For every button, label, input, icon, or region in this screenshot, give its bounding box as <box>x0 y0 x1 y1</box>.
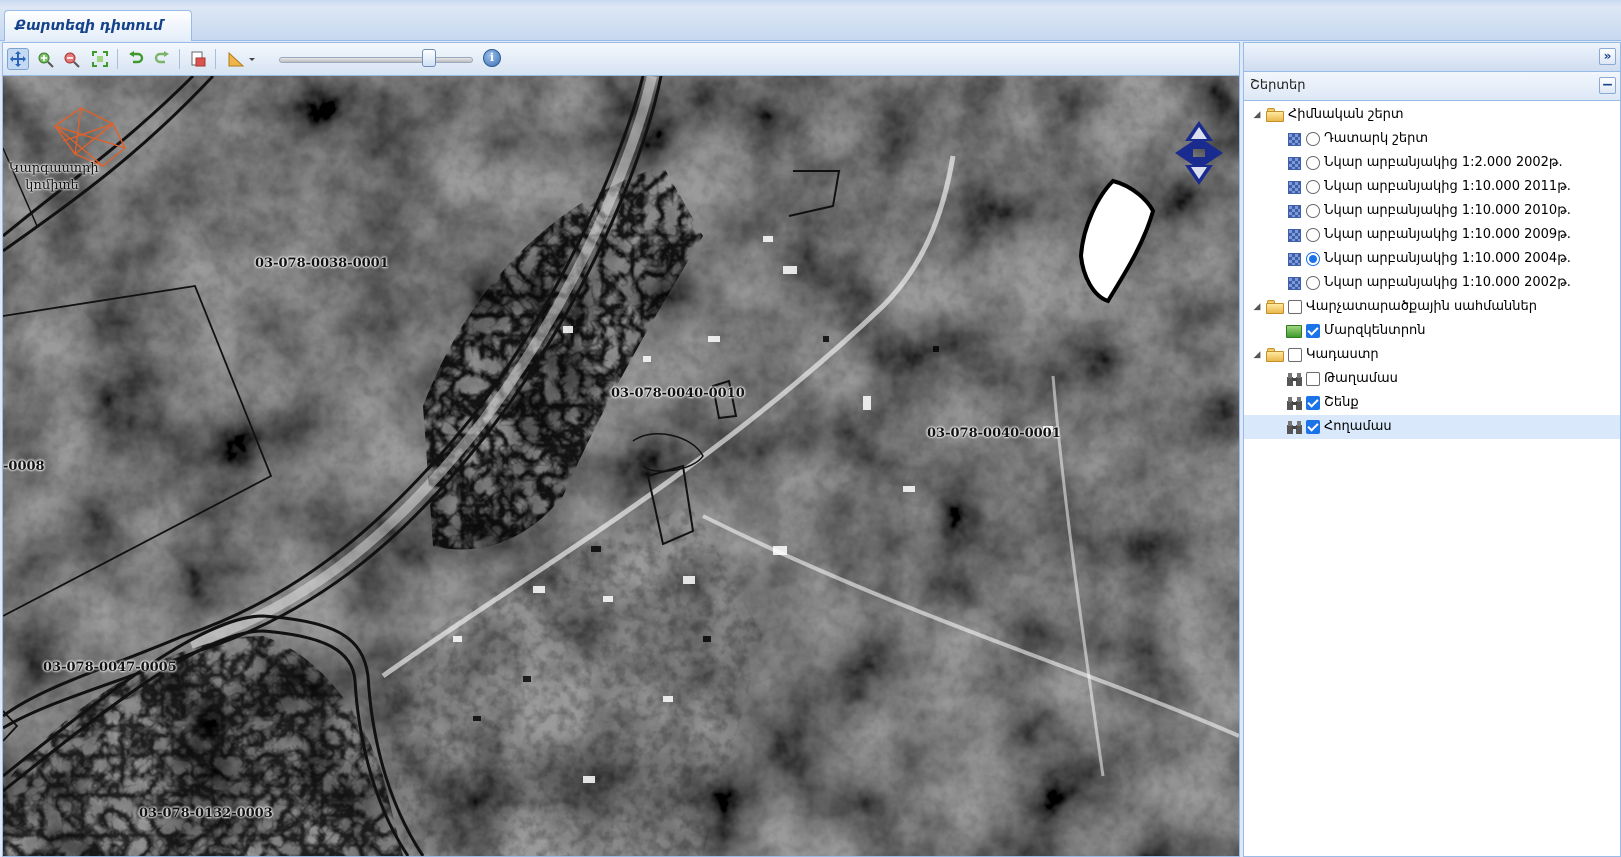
tree-item-district[interactable]: Թաղամաս <box>1244 367 1620 391</box>
toolbar-separator <box>117 49 118 69</box>
group-checkbox[interactable] <box>1288 348 1302 362</box>
layer-label: Թաղամաս <box>1324 371 1398 386</box>
map-label-parcel: 03-078-0040-0001 <box>927 426 1061 441</box>
raster-layer-icon <box>1288 205 1301 218</box>
group-label: Վարչատարածքային սահմաններ <box>1306 299 1538 314</box>
vector-layer-icon <box>1286 325 1302 338</box>
layer-label: Նկար արբանյակից 1:10.000 2002թ. <box>1324 275 1571 290</box>
info-icon[interactable]: i <box>483 49 501 67</box>
map-label-parcel: 03-078-0047-0005 <box>43 660 177 675</box>
map-label-parcel: 03-078-0040-0010 <box>611 386 745 401</box>
layer-checkbox[interactable] <box>1306 324 1320 338</box>
layers-panel-header: » <box>1244 43 1620 72</box>
raster-layer-icon <box>1288 229 1301 242</box>
layer-label: Նկար արբանյակից 1:2.000 2002թ. <box>1324 155 1563 170</box>
tree-item-sat-2009[interactable]: Նկար արբանյակից 1:10.000 2009թ. <box>1244 223 1620 247</box>
raster-layer-icon <box>1288 133 1301 146</box>
toolbar-separator <box>179 49 180 69</box>
zoom-out-icon[interactable] <box>61 48 83 70</box>
zoom-extent-icon[interactable] <box>89 48 111 70</box>
opacity-slider-track[interactable] <box>279 57 473 63</box>
map-label-parcel: 03-078-0132-0003 <box>139 806 273 821</box>
layer-radio[interactable] <box>1306 156 1320 170</box>
toolbar-separator <box>215 49 216 69</box>
pan-icon[interactable] <box>7 48 29 70</box>
print-icon[interactable] <box>187 48 209 70</box>
layer-checkbox[interactable] <box>1306 396 1320 410</box>
group-checkbox[interactable] <box>1288 300 1302 314</box>
minimize-panel-button[interactable]: − <box>1599 77 1616 94</box>
layers-title-bar: Շերտեր − <box>1244 72 1620 101</box>
map-label-parcel: 03-078-0038-0001 <box>255 256 389 271</box>
raster-layer-icon <box>1288 157 1301 170</box>
layer-label: Նկար արբանյակից 1:10.000 2004թ. <box>1324 251 1571 266</box>
group-label: Կադաստր <box>1306 347 1379 362</box>
folder-icon <box>1266 108 1284 122</box>
binoculars-icon <box>1287 373 1302 386</box>
tree-group-admin-boundaries[interactable]: ◢ Վարչատարածքային սահմաններ <box>1244 295 1620 319</box>
raster-layer-icon <box>1288 181 1301 194</box>
window-top-strip <box>0 0 1621 8</box>
opacity-slider-thumb[interactable] <box>421 49 436 67</box>
map-toolbar: i <box>3 43 1239 76</box>
expand-toggle-icon[interactable]: ◢ <box>1252 103 1262 127</box>
layer-radio[interactable] <box>1306 228 1320 242</box>
layer-checkbox[interactable] <box>1306 372 1320 386</box>
tree-item-region-center[interactable]: Մարզկենտրոն <box>1244 319 1620 343</box>
map-panel: i Կարգաստրի կոմիտե 03-078-0038-0001 03-0… <box>2 42 1240 857</box>
layer-label: Նկար արբանյակից 1:10.000 2011թ. <box>1324 179 1571 194</box>
tree-item-sat-2002-2000[interactable]: Նկար արբանյակից 1:2.000 2002թ. <box>1244 151 1620 175</box>
layer-label: Նկար արբանյակից 1:10.000 2009թ. <box>1324 227 1571 242</box>
expand-toggle-icon[interactable]: ◢ <box>1252 295 1262 319</box>
tree-item-base-empty[interactable]: Դատարկ շերտ <box>1244 127 1620 151</box>
layer-radio[interactable] <box>1306 276 1320 290</box>
undo-icon[interactable] <box>125 48 147 70</box>
layer-label: Նկար արբանյակից 1:10.000 2010թ. <box>1324 203 1571 218</box>
tree-item-building[interactable]: Շենք <box>1244 391 1620 415</box>
redo-icon[interactable] <box>151 48 173 70</box>
tree-item-sat-2010[interactable]: Նկար արբանյակից 1:10.000 2010թ. <box>1244 199 1620 223</box>
tree-item-land-plot[interactable]: Հողամաս <box>1244 415 1620 439</box>
tab-map-view[interactable]: Քարտեզի դիտում <box>4 10 192 41</box>
panel-title: Շերտեր <box>1250 78 1306 93</box>
tree-item-sat-2002[interactable]: Նկար արբանյակից 1:10.000 2002թ. <box>1244 271 1620 295</box>
satellite-imagery <box>3 76 1239 856</box>
tab-bar: Քարտեզի դիտում <box>0 8 1621 41</box>
map-label-site: Կարգաստրի կոմիտե <box>9 161 99 193</box>
tree-group-cadastre[interactable]: ◢ Կադաստր <box>1244 343 1620 367</box>
tree-item-sat-2004[interactable]: Նկար արբանյակից 1:10.000 2004թ. <box>1244 247 1620 271</box>
tree-item-sat-2011[interactable]: Նկար արբանյակից 1:10.000 2011թ. <box>1244 175 1620 199</box>
layer-radio[interactable] <box>1306 204 1320 218</box>
layers-panel: » Շերտեր − ◢ Հիմնական շերտ Դատարկ շերտ Ն… <box>1243 42 1621 857</box>
binoculars-icon <box>1287 421 1302 434</box>
layer-label: Շենք <box>1324 395 1359 410</box>
raster-layer-icon <box>1288 277 1301 290</box>
layer-radio[interactable] <box>1306 132 1320 146</box>
layer-label: Հողամաս <box>1324 419 1392 434</box>
tree-group-base-layer[interactable]: ◢ Հիմնական շերտ <box>1244 103 1620 127</box>
collapse-panel-button[interactable]: » <box>1599 48 1616 65</box>
zoom-in-icon[interactable] <box>35 48 57 70</box>
raster-layer-icon <box>1288 253 1301 266</box>
group-label: Հիմնական շերտ <box>1288 107 1404 122</box>
folder-icon <box>1266 300 1284 314</box>
map-canvas[interactable]: Կարգաստրի կոմիտե 03-078-0038-0001 03-078… <box>3 76 1239 856</box>
measure-icon[interactable] <box>225 48 259 70</box>
expand-toggle-icon[interactable]: ◢ <box>1252 343 1262 367</box>
layer-radio-selected[interactable] <box>1306 252 1320 266</box>
layer-checkbox[interactable] <box>1306 420 1320 434</box>
layer-label: Մարզկենտրոն <box>1324 323 1426 338</box>
binoculars-icon <box>1287 397 1302 410</box>
folder-icon <box>1266 348 1284 362</box>
layer-tree: ◢ Հիմնական շերտ Դատարկ շերտ Նկար արբանյա… <box>1244 101 1620 439</box>
map-label-parcel: -0008 <box>3 459 45 474</box>
layer-label: Դատարկ շերտ <box>1324 131 1429 146</box>
layer-radio[interactable] <box>1306 180 1320 194</box>
